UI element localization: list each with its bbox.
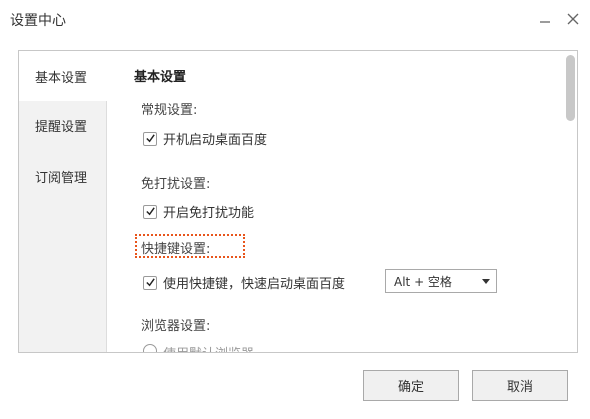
autostart-label: 开机启动桌面百度: [163, 133, 268, 148]
section-title: 基本设置: [134, 70, 187, 85]
sidebar-item-subscription[interactable]: 订阅管理: [19, 151, 107, 201]
hotkey-settings-label: 快捷键设置:: [141, 242, 211, 257]
sidebar-item-label: 订阅管理: [35, 170, 88, 186]
general-settings-label: 常规设置:: [141, 103, 198, 118]
settings-content: 基本设置 常规设置: 开机启动桌面百度 免打扰设置: 开启免打扰功能 快捷键设置…: [107, 51, 559, 352]
check-icon: [145, 207, 155, 216]
check-icon: [145, 134, 155, 143]
dnd-settings-label: 免打扰设置:: [141, 177, 211, 192]
hotkey-checkbox[interactable]: [143, 275, 157, 290]
title-bar: 设置中心: [0, 0, 590, 40]
hotkey-select-value: Alt + 空格: [394, 274, 452, 289]
dnd-label: 开启免打扰功能: [163, 206, 255, 221]
hotkey-option[interactable]: 使用快捷键，快速启动桌面百度: [143, 273, 345, 292]
minimize-icon[interactable]: [534, 8, 556, 30]
autostart-option[interactable]: 开机启动桌面百度: [143, 129, 267, 148]
browser-settings-label: 浏览器设置:: [141, 319, 211, 334]
settings-panel: 基本设置 提醒设置 订阅管理 基本设置 常规设置: 开机启动桌面百度 免打扰设置…: [18, 50, 578, 353]
autostart-checkbox[interactable]: [143, 131, 157, 146]
dnd-option[interactable]: 开启免打扰功能: [143, 202, 254, 221]
hotkey-select[interactable]: Alt + 空格: [385, 269, 497, 293]
sidebar: 基本设置 提醒设置 订阅管理: [19, 51, 108, 352]
sidebar-item-label: 提醒设置: [35, 119, 88, 135]
dnd-checkbox[interactable]: [143, 204, 157, 219]
window-title: 设置中心: [10, 13, 66, 29]
sidebar-item-basic[interactable]: 基本设置: [19, 51, 108, 101]
hotkey-label: 使用快捷键，快速启动桌面百度: [163, 277, 346, 292]
browser-default-radio[interactable]: [143, 344, 157, 352]
ok-button[interactable]: 确定: [363, 370, 459, 401]
sidebar-item-reminder[interactable]: 提醒设置: [19, 100, 107, 150]
scrollbar-thumb[interactable]: [566, 55, 575, 121]
close-icon[interactable]: [562, 8, 584, 30]
chevron-down-icon: [482, 279, 490, 284]
sidebar-item-label: 基本设置: [35, 70, 88, 86]
cancel-button[interactable]: 取消: [472, 370, 568, 401]
check-icon: [145, 278, 155, 287]
browser-default-label: 使用默认浏览器: [163, 343, 254, 352]
